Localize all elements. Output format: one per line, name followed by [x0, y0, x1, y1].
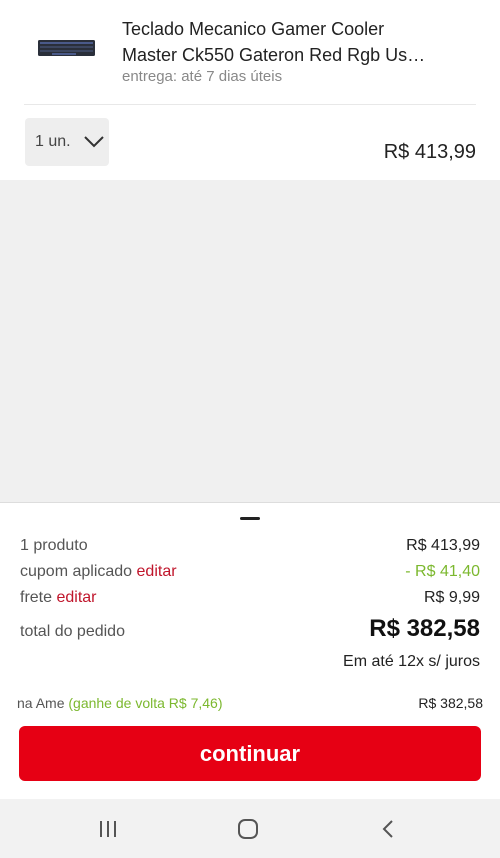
summary-row-products: 1 produto R$ 413,99	[20, 537, 480, 555]
product-card: Teclado Mecanico Gamer Cooler Master Ck5…	[0, 0, 500, 180]
recent-apps-icon[interactable]	[96, 817, 120, 841]
order-summary-sheet: 1 produto R$ 413,99 cupom aplicado edita…	[0, 502, 500, 799]
shipping-edit-link[interactable]: editar	[56, 589, 96, 606]
sheet-drag-handle[interactable]	[240, 517, 260, 520]
shipping-label-group: frete editar	[20, 589, 97, 607]
coupon-edit-link[interactable]: editar	[137, 563, 177, 580]
continue-button[interactable]: continuar	[19, 726, 481, 781]
product-title-line-2: Master Ck550 Gateron Red Rgb Us…	[122, 45, 426, 65]
coupon-label-group: cupom aplicado editar	[20, 563, 177, 581]
products-value: R$ 413,99	[406, 537, 480, 554]
product-title-line-1: Teclado Mecanico Gamer Cooler	[122, 19, 385, 39]
product-title[interactable]: Teclado Mecanico Gamer Cooler Master Ck5…	[122, 16, 482, 68]
ame-row: na Ame (ganhe de volta R$ 7,46) R$ 382,5…	[17, 695, 483, 711]
shipping-label: frete	[20, 589, 53, 606]
total-label: total do pedido	[20, 623, 125, 640]
products-label: 1 produto	[20, 537, 88, 554]
installments-text: Em até 12x s/ juros	[343, 653, 480, 670]
delivery-estimate: entrega: até 7 dias úteis	[122, 68, 283, 85]
quantity-select[interactable]: 1 un.	[25, 118, 109, 166]
summary-row-total: total do pedido R$ 382,58	[20, 615, 480, 643]
system-navigation-bar	[0, 799, 500, 858]
home-icon[interactable]	[236, 817, 260, 841]
coupon-value: - R$ 41,40	[405, 563, 480, 580]
shipping-value: R$ 9,99	[423, 589, 480, 606]
ame-label: na Ame	[17, 695, 65, 711]
total-value: R$ 382,58	[369, 615, 480, 642]
ame-label-group: na Ame (ganhe de volta R$ 7,46)	[17, 695, 222, 711]
coupon-label: cupom aplicado	[20, 563, 133, 580]
ame-value: R$ 382,58	[418, 695, 483, 711]
quantity-value: 1 un.	[35, 133, 71, 150]
back-icon[interactable]	[377, 817, 401, 841]
item-price: R$ 413,99	[383, 141, 476, 163]
keyboard-icon[interactable]	[38, 38, 95, 58]
content-empty-area	[0, 180, 500, 502]
summary-row-coupon: cupom aplicado editar - R$ 41,40	[20, 563, 480, 581]
divider	[24, 104, 476, 105]
ame-cashback: (ganhe de volta R$ 7,46)	[68, 695, 223, 711]
summary-row-shipping: frete editar R$ 9,99	[20, 589, 480, 607]
chevron-down-icon	[83, 136, 104, 148]
